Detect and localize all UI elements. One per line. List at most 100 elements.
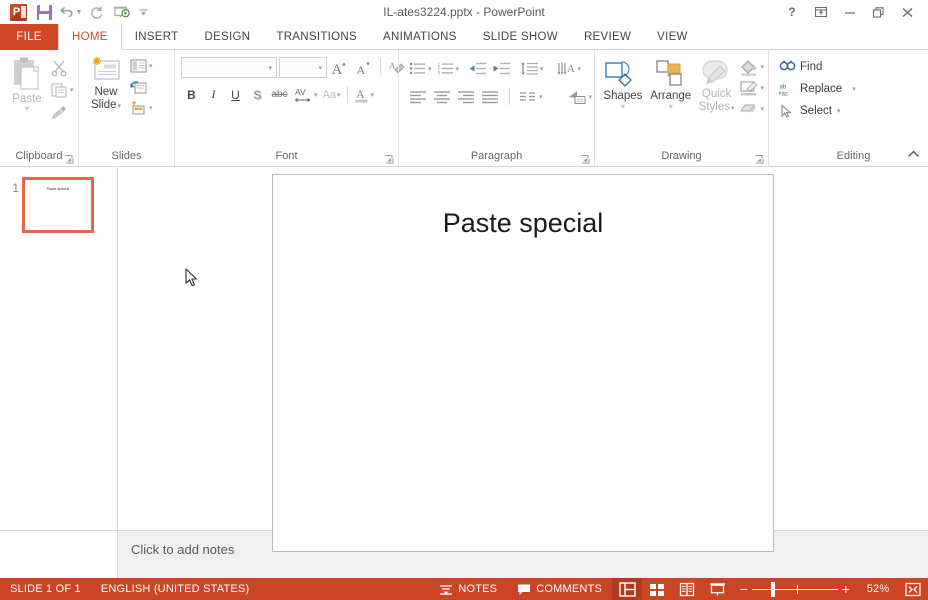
strikethrough-button[interactable]: abc (269, 84, 290, 105)
shape-outline-button[interactable]: ▾ (739, 78, 765, 98)
arrange-button[interactable]: Arrange ▾ (647, 54, 695, 111)
layout-dropdown-arrow[interactable]: ▾ (149, 62, 153, 70)
paste-button[interactable]: Paste ▾ (4, 54, 50, 113)
bullets-button[interactable]: ▾ (407, 58, 434, 79)
tab-insert[interactable]: INSERT (122, 24, 192, 50)
character-spacing-dropdown-arrow[interactable]: ▾ (314, 91, 318, 99)
shapes-dropdown-arrow[interactable]: ▾ (621, 103, 625, 111)
clipboard-dialog-launcher[interactable] (65, 155, 74, 164)
view-slide-sorter-button[interactable] (642, 578, 672, 600)
tab-file[interactable]: FILE (0, 24, 58, 50)
font-color-dropdown-arrow[interactable]: ▾ (371, 91, 375, 99)
increase-font-size-button[interactable]: A (329, 57, 351, 78)
zoom-slider[interactable] (752, 578, 838, 600)
shape-outline-dropdown-arrow[interactable]: ▾ (761, 84, 765, 92)
view-slide-show-button[interactable] (702, 578, 732, 600)
arrange-dropdown-arrow[interactable]: ▾ (669, 103, 673, 111)
select-dropdown-arrow[interactable]: ▾ (837, 107, 841, 115)
line-spacing-button[interactable]: ▾ (518, 58, 546, 79)
copy-dropdown-arrow[interactable]: ▾ (70, 86, 74, 94)
view-normal-button[interactable] (612, 578, 642, 600)
font-size-dropdown-arrow[interactable]: ▾ (318, 64, 322, 72)
cut-button[interactable] (50, 58, 74, 78)
zoom-out-button[interactable]: − (736, 582, 752, 596)
help-button[interactable]: ? (777, 1, 806, 23)
font-name-dropdown-arrow[interactable]: ▾ (268, 64, 272, 72)
thumbnail-item-1[interactable]: 1 Paste special (0, 177, 117, 233)
underline-button[interactable]: U (225, 84, 246, 105)
align-left-button[interactable] (407, 86, 430, 107)
bullets-dropdown-arrow[interactable]: ▾ (428, 65, 432, 73)
decrease-font-size-button[interactable]: A (353, 57, 375, 78)
bold-button[interactable]: B (181, 84, 202, 105)
view-reading-button[interactable] (672, 578, 702, 600)
character-spacing-button[interactable]: AV ▾ (291, 84, 320, 105)
zoom-slider-handle[interactable] (771, 582, 775, 597)
paste-dropdown-arrow[interactable]: ▾ (25, 105, 29, 113)
replace-dropdown-arrow[interactable]: ▾ (852, 85, 856, 93)
slide-indicator[interactable]: SLIDE 1 OF 1 (0, 578, 91, 600)
close-button[interactable] (893, 1, 922, 23)
align-center-button[interactable] (431, 86, 454, 107)
customize-qat-button[interactable] (135, 1, 151, 23)
line-spacing-dropdown-arrow[interactable]: ▾ (540, 65, 544, 73)
zoom-in-button[interactable]: + (838, 582, 854, 596)
shape-fill-dropdown-arrow[interactable]: ▾ (761, 63, 765, 71)
columns-button[interactable]: ▾ (517, 86, 545, 107)
section-dropdown-arrow[interactable]: ▾ (149, 104, 153, 112)
shape-fill-button[interactable]: ▾ (739, 57, 765, 77)
replace-button[interactable]: ab ac Replace ▾ (779, 78, 856, 100)
redo-button[interactable] (83, 1, 109, 23)
text-direction-button[interactable]: A ▾ (555, 58, 584, 79)
align-right-button[interactable] (455, 86, 478, 107)
tab-view[interactable]: VIEW (644, 24, 701, 50)
tab-home[interactable]: HOME (58, 24, 122, 50)
copy-button[interactable]: ▾ (50, 80, 74, 100)
thumbnail-slide[interactable]: Paste special (22, 177, 94, 233)
zoom-percent-label[interactable]: 52% (858, 583, 898, 595)
tab-animations[interactable]: ANIMATIONS (370, 24, 470, 50)
reset-button[interactable] (129, 77, 153, 97)
columns-dropdown-arrow[interactable]: ▾ (539, 93, 543, 101)
text-shadow-button[interactable]: S (247, 84, 268, 105)
start-slideshow-button[interactable] (109, 1, 135, 23)
decrease-indent-button[interactable] (466, 58, 489, 79)
select-button[interactable]: Select ▾ (779, 100, 840, 122)
font-color-button[interactable]: A ▾ (352, 84, 377, 105)
font-size-input[interactable]: ▾ (279, 57, 327, 78)
tab-design[interactable]: DESIGN (191, 24, 263, 50)
numbering-button[interactable]: 123 ▾ (435, 58, 462, 79)
notes-placeholder[interactable]: Click to add notes (118, 531, 234, 557)
smartart-dropdown-arrow[interactable]: ▾ (589, 93, 593, 101)
undo-button[interactable]: ▼ (57, 1, 83, 23)
text-direction-dropdown-arrow[interactable]: ▾ (578, 65, 582, 73)
justify-button[interactable] (479, 86, 502, 107)
language-indicator[interactable]: ENGLISH (UNITED STATES) (91, 578, 259, 600)
fit-to-window-button[interactable] (898, 578, 928, 600)
shape-effects-dropdown-arrow[interactable]: ▾ (761, 105, 765, 113)
tab-slide-show[interactable]: SLIDE SHOW (470, 24, 571, 50)
slide-title-placeholder[interactable]: Paste special (313, 208, 733, 239)
italic-button[interactable]: I (203, 84, 224, 105)
shape-effects-button[interactable]: ▾ (739, 99, 765, 119)
font-name-input[interactable]: ▾ (181, 57, 277, 78)
slide-canvas[interactable]: Paste special (272, 174, 774, 552)
ribbon-display-options-button[interactable] (806, 1, 835, 23)
slide-edit-area[interactable]: Paste special (118, 167, 928, 552)
zoom-control[interactable]: − + (732, 578, 858, 600)
section-button[interactable]: ▾ (129, 98, 153, 118)
layout-button[interactable]: ▾ (129, 56, 153, 76)
undo-dropdown-arrow[interactable]: ▼ (76, 9, 83, 16)
format-painter-button[interactable] (50, 102, 74, 122)
tab-transitions[interactable]: TRANSITIONS (263, 24, 370, 50)
increase-indent-button[interactable] (490, 58, 513, 79)
change-case-button[interactable]: Aa ▾ (321, 84, 343, 105)
slide-thumbnail-pane[interactable]: 1 Paste special (0, 167, 118, 530)
restore-button[interactable] (864, 1, 893, 23)
minimize-button[interactable] (835, 1, 864, 23)
notes-toggle-button[interactable]: NOTES (429, 578, 507, 600)
quick-styles-button[interactable]: Quick Styles▾ (695, 54, 739, 115)
comments-button[interactable]: COMMENTS (507, 578, 612, 600)
save-button[interactable] (31, 1, 57, 23)
drawing-dialog-launcher[interactable] (755, 155, 764, 164)
